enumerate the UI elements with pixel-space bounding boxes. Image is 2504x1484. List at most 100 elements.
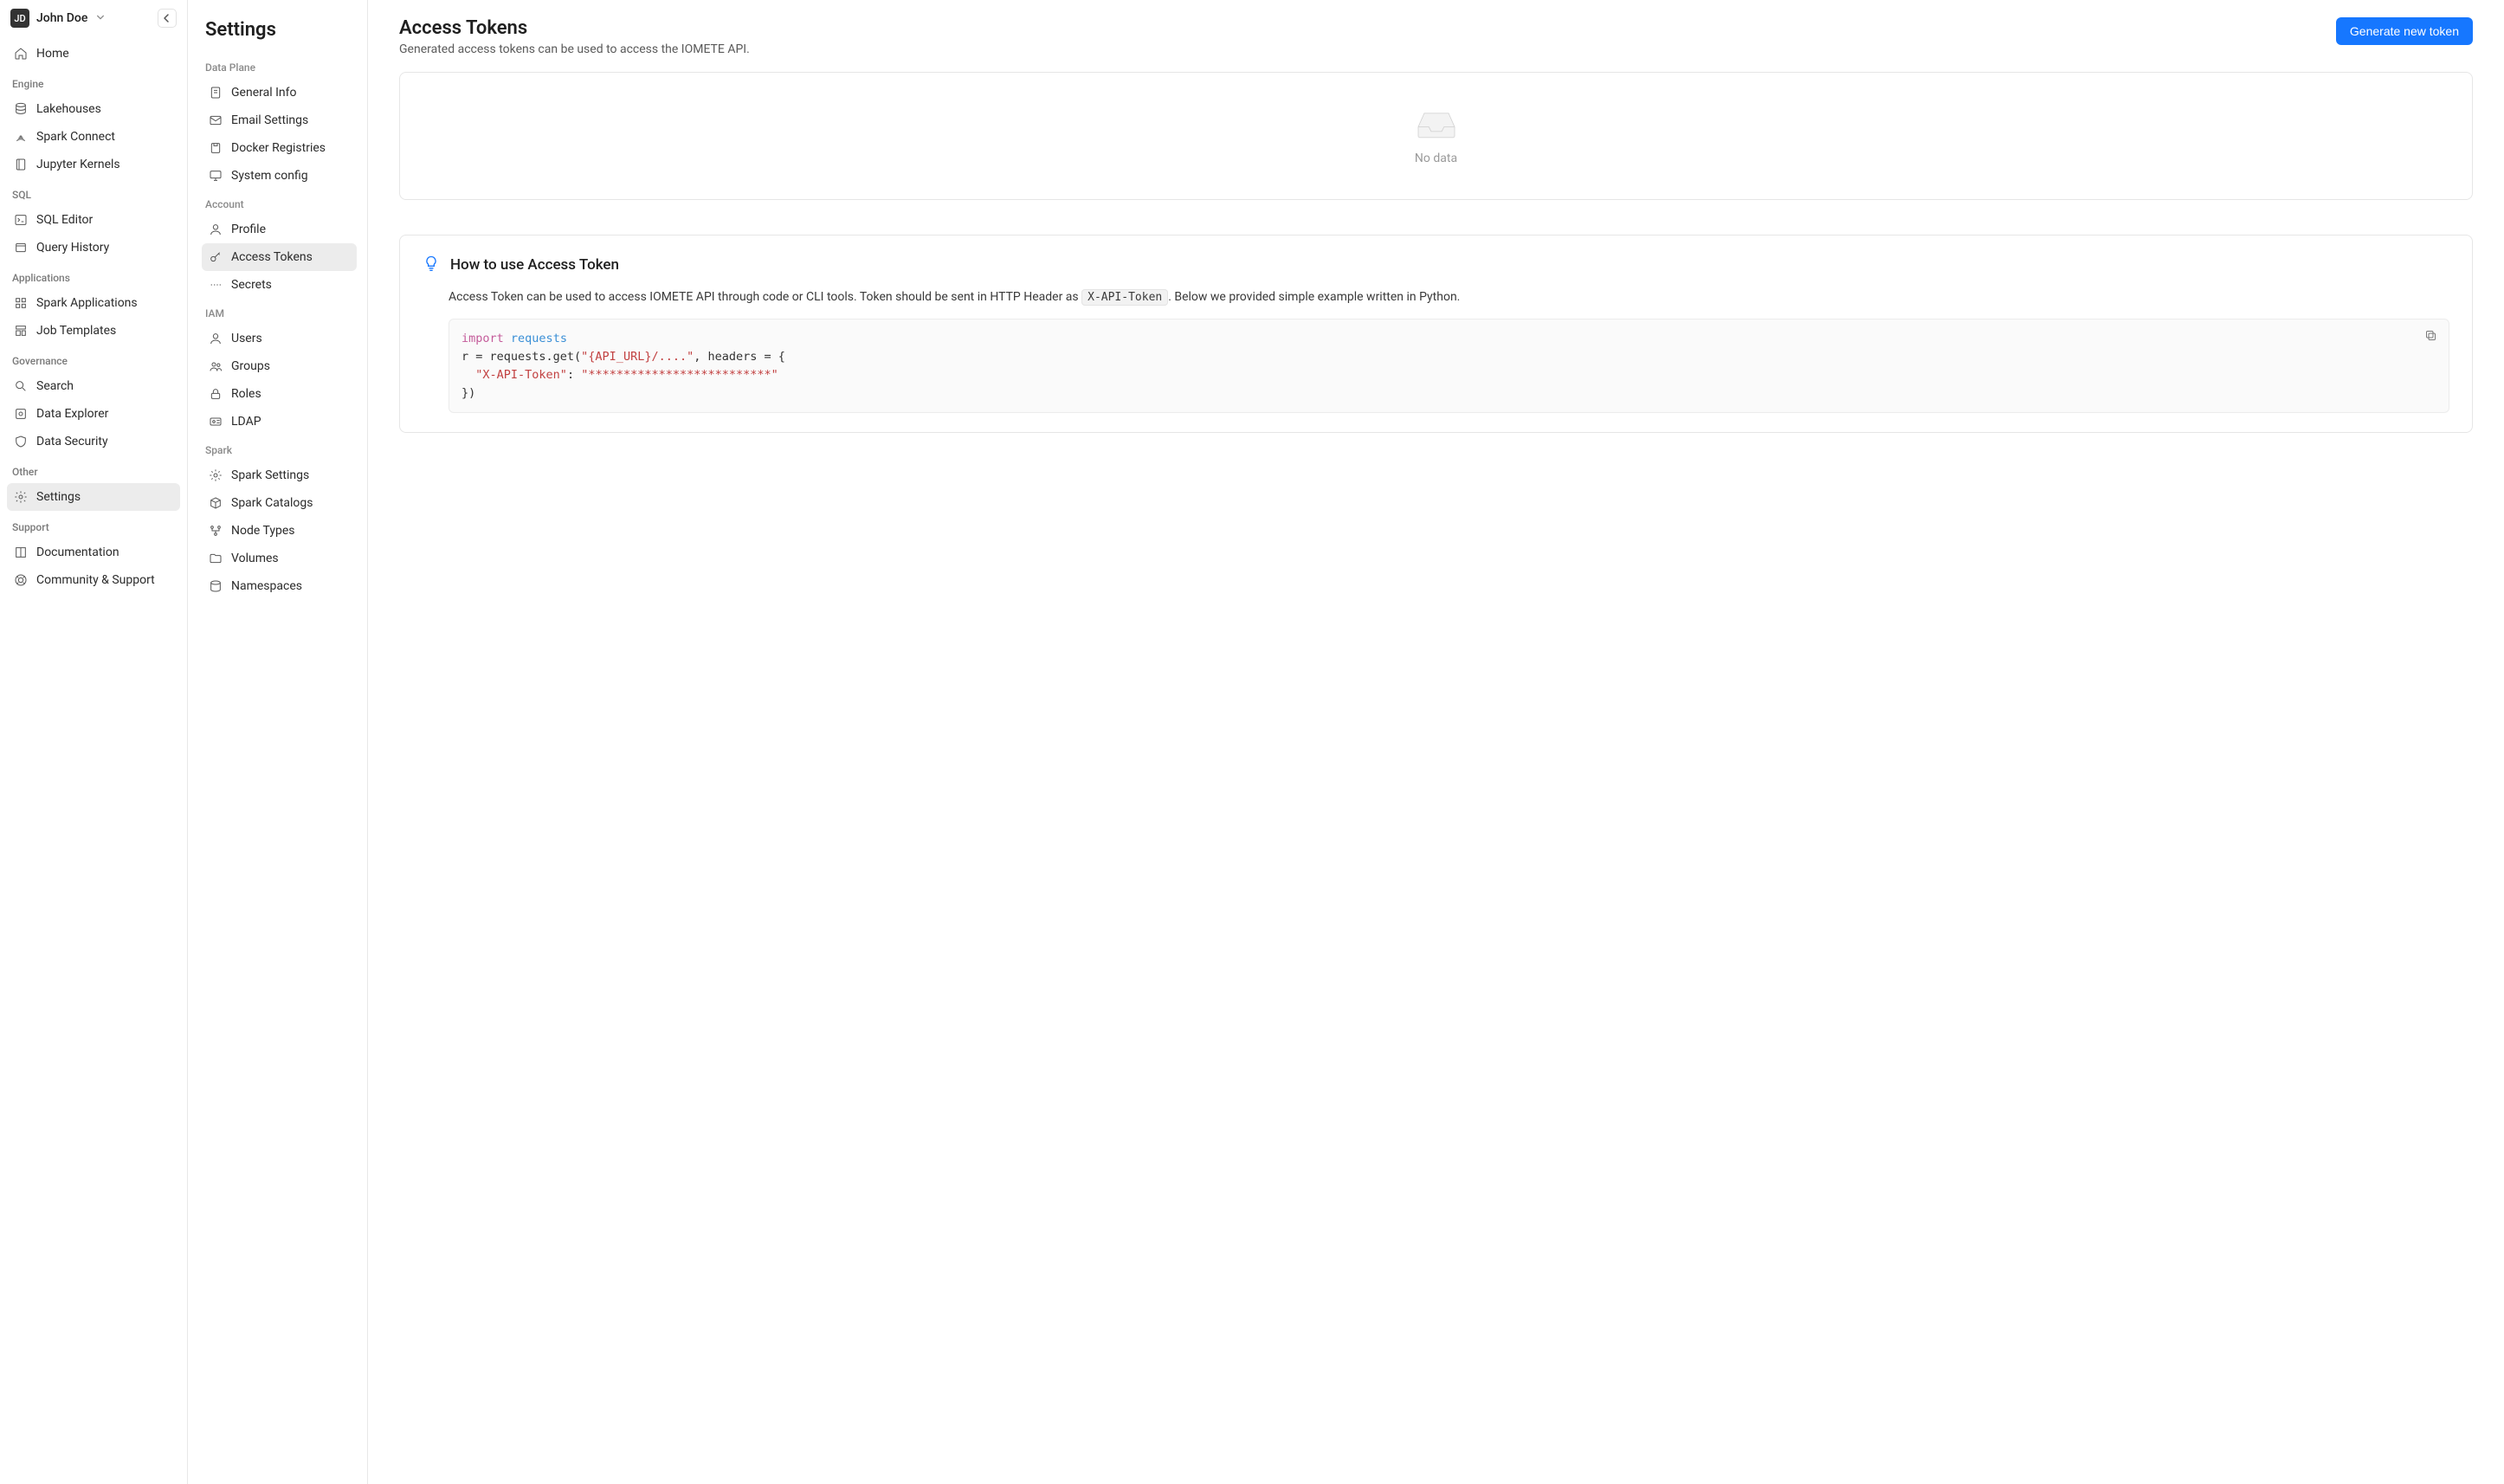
book-icon: [14, 545, 28, 559]
settings-item-label: Groups: [231, 359, 270, 373]
nav-section-engine: Engine: [7, 68, 180, 95]
nav-lakehouses[interactable]: Lakehouses: [7, 95, 180, 123]
nav-section-applications: Applications: [7, 261, 180, 289]
nav-section-sql: SQL: [7, 178, 180, 206]
compass-icon: [14, 407, 28, 421]
folder-icon: [209, 552, 223, 565]
nav-search[interactable]: Search: [7, 372, 180, 400]
users-icon: [209, 359, 223, 373]
lifebuoy-icon: [14, 573, 28, 587]
user-menu[interactable]: JD John Doe: [0, 0, 187, 35]
nav-settings[interactable]: Settings: [7, 483, 180, 511]
nav-data-explorer[interactable]: Data Explorer: [7, 400, 180, 428]
nav-label: Query History: [36, 241, 109, 255]
empty-state: No data: [399, 72, 2473, 200]
nav-query-history[interactable]: Query History: [7, 234, 180, 261]
settings-item-label: Namespaces: [231, 579, 302, 593]
code-text: r = requests.get(: [461, 350, 581, 364]
settings-node-types[interactable]: Node Types: [202, 517, 357, 545]
user-icon: [209, 223, 223, 236]
settings-roles[interactable]: Roles: [202, 380, 357, 408]
code-string: "X-API-Token": [475, 368, 567, 382]
help-card: How to use Access Token Access Token can…: [399, 235, 2473, 433]
database-icon: [14, 102, 28, 116]
collapse-sidebar-button[interactable]: [158, 9, 177, 28]
page-header: Access Tokens Generated access tokens ca…: [399, 17, 2473, 56]
key-icon: [209, 250, 223, 264]
help-text-post: . Below we provided simple example writt…: [1168, 290, 1460, 304]
settings-namespaces[interactable]: Namespaces: [202, 572, 357, 600]
node-icon: [209, 524, 223, 538]
inbox-icon: [1412, 106, 1461, 145]
settings-group-account: Account: [202, 190, 357, 216]
nav-home[interactable]: Home: [7, 40, 180, 68]
settings-item-label: Users: [231, 332, 262, 345]
empty-text: No data: [1415, 152, 1457, 165]
avatar: JD: [10, 9, 29, 28]
nav-label: Community & Support: [36, 573, 155, 587]
help-title: How to use Access Token: [450, 256, 619, 274]
home-icon: [14, 47, 28, 61]
settings-item-label: Secrets: [231, 278, 272, 292]
settings-item-label: Spark Catalogs: [231, 496, 313, 510]
nav-label: Settings: [36, 490, 81, 504]
mail-icon: [209, 113, 223, 127]
nav-documentation[interactable]: Documentation: [7, 539, 180, 566]
settings-spark-settings[interactable]: Spark Settings: [202, 461, 357, 489]
id-card-icon: [209, 415, 223, 429]
code-string: "{API_URL}/....": [581, 350, 694, 364]
nav-spark-applications[interactable]: Spark Applications: [7, 289, 180, 317]
code-keyword: import: [461, 332, 504, 345]
generate-token-button[interactable]: Generate new token: [2336, 17, 2473, 45]
nav-section-support: Support: [7, 511, 180, 539]
settings-system-config[interactable]: System config: [202, 162, 357, 190]
settings-item-label: General Info: [231, 86, 296, 100]
primary-sidebar: JD John Doe Home Engine Lakehouses Spark…: [0, 0, 188, 1484]
monitor-icon: [209, 169, 223, 183]
chevron-down-icon: [96, 11, 105, 25]
settings-access-tokens[interactable]: Access Tokens: [202, 243, 357, 271]
settings-groups[interactable]: Groups: [202, 352, 357, 380]
nav-label: Data Security: [36, 435, 108, 448]
settings-item-label: Roles: [231, 387, 261, 401]
settings-group-iam: IAM: [202, 299, 357, 325]
copy-code-button[interactable]: [2421, 326, 2440, 345]
help-text-pre: Access Token can be used to access IOMET…: [449, 290, 1081, 304]
settings-email[interactable]: Email Settings: [202, 106, 357, 134]
template-icon: [14, 324, 28, 338]
code-text: }): [461, 386, 475, 400]
settings-item-label: LDAP: [231, 415, 261, 429]
nav-label: Jupyter Kernels: [36, 158, 120, 171]
nav-label: Home: [36, 47, 69, 61]
nav-label: Lakehouses: [36, 102, 101, 116]
settings-volumes[interactable]: Volumes: [202, 545, 357, 572]
nav-sql-editor[interactable]: SQL Editor: [7, 206, 180, 234]
nav-data-security[interactable]: Data Security: [7, 428, 180, 455]
settings-secrets[interactable]: Secrets: [202, 271, 357, 299]
settings-users[interactable]: Users: [202, 325, 357, 352]
nav-label: Data Explorer: [36, 407, 108, 421]
nav-spark-connect[interactable]: Spark Connect: [7, 123, 180, 151]
nav-label: Spark Connect: [36, 130, 115, 144]
settings-general-info[interactable]: General Info: [202, 79, 357, 106]
settings-docker[interactable]: Docker Registries: [202, 134, 357, 162]
code-text: :: [567, 368, 581, 382]
nav-community-support[interactable]: Community & Support: [7, 566, 180, 594]
settings-sidebar: Settings Data Plane General Info Email S…: [188, 0, 368, 1484]
shield-icon: [14, 435, 28, 448]
code-text: , headers = {: [694, 350, 785, 364]
settings-profile[interactable]: Profile: [202, 216, 357, 243]
settings-item-label: Access Tokens: [231, 250, 313, 264]
nav-job-templates[interactable]: Job Templates: [7, 317, 180, 345]
user-name: John Doe: [36, 11, 87, 25]
settings-item-label: Docker Registries: [231, 141, 326, 155]
nav-label: Spark Applications: [36, 296, 138, 310]
settings-spark-catalogs[interactable]: Spark Catalogs: [202, 489, 357, 517]
layers-icon: [209, 579, 223, 593]
settings-ldap[interactable]: LDAP: [202, 408, 357, 436]
nav-section-other: Other: [7, 455, 180, 483]
gear-icon: [209, 468, 223, 482]
broadcast-icon: [14, 130, 28, 144]
nav-jupyter-kernels[interactable]: Jupyter Kernels: [7, 151, 180, 178]
settings-item-label: System config: [231, 169, 308, 183]
